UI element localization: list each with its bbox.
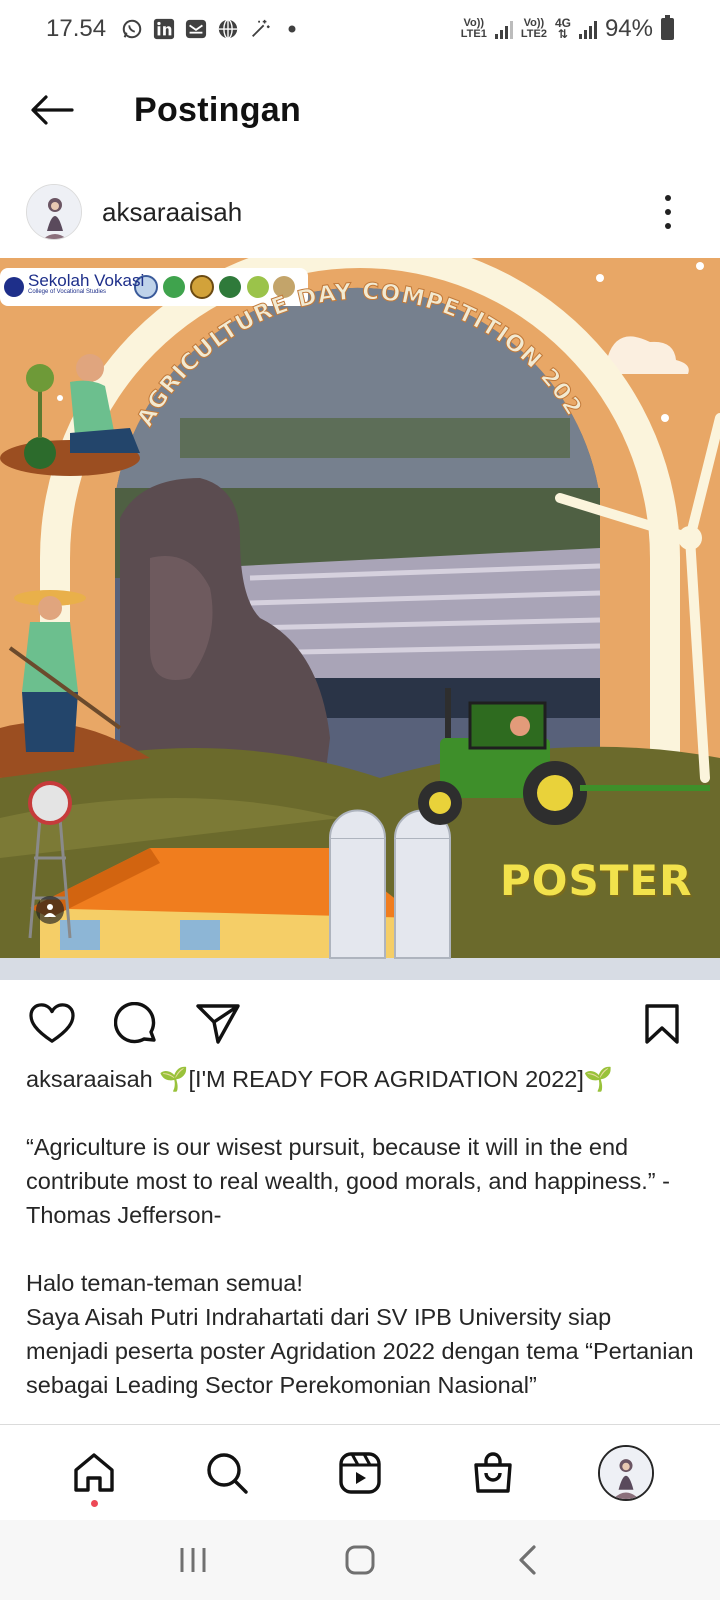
more-dot-icon (665, 223, 671, 229)
more-dot-icon (665, 209, 671, 215)
post-header: aksaraaisah (0, 176, 720, 248)
nav-search[interactable] (191, 1437, 263, 1509)
sim2-indicator: Vo)) LTE2 (520, 17, 547, 40)
status-time: 17.54 (46, 15, 107, 42)
recents-icon (180, 1548, 206, 1572)
logo-text: Sekolah Vokasi College of Vocational Stu… (28, 271, 145, 295)
like-button[interactable] (28, 1000, 76, 1048)
back-icon (519, 1545, 536, 1575)
comment-button[interactable] (112, 1000, 160, 1048)
nav-home[interactable] (58, 1437, 130, 1509)
more-options-button[interactable] (656, 187, 680, 237)
user-tag-icon[interactable] (36, 896, 64, 924)
battery-icon (661, 15, 674, 40)
poster-badge: POSTER (500, 856, 693, 905)
signal-sim1-icon (494, 19, 513, 39)
status-left: 17.54 (46, 15, 304, 43)
sim1-indicator: Vo)) LTE1 (460, 17, 487, 40)
bookmark-icon (645, 1004, 679, 1044)
caption-body: Saya Aisah Putri Indrahartati dari SV IP… (26, 1304, 694, 1398)
caption-username[interactable]: aksaraaisah (26, 1066, 153, 1092)
caption-first-line: aksaraaisah 🌱[I'M READY FOR AGRIDATION 2… (26, 1062, 696, 1096)
save-button[interactable] (638, 1000, 686, 1048)
back-button[interactable] (22, 80, 82, 140)
recents-button[interactable] (163, 1530, 223, 1590)
dot-icon (280, 17, 304, 41)
signal-sim2-icon (578, 19, 597, 39)
heart-icon (29, 1003, 75, 1043)
notification-icons (120, 17, 304, 41)
system-navigation (0, 1520, 720, 1600)
globe-icon (216, 17, 240, 41)
comment-icon (114, 1002, 156, 1044)
post-image[interactable]: AGRICULTURE DAY COMPETITION 2022 Sekolah… (0, 258, 720, 980)
linkedin-icon (152, 17, 176, 41)
send-icon (196, 1004, 240, 1044)
caption-greeting: Halo teman-teman semua! (26, 1270, 303, 1296)
arrow-left-icon (31, 95, 74, 125)
reels-icon (339, 1451, 381, 1494)
whatsapp-icon (120, 17, 144, 41)
bottom-navigation (0, 1424, 720, 1520)
post-actions (0, 990, 720, 1058)
avatar-image (27, 185, 81, 239)
profile-avatar (597, 1444, 654, 1501)
more-dot-icon (665, 195, 671, 201)
search-icon (207, 1452, 248, 1494)
battery-percent: 94% (604, 15, 653, 42)
nav-reels[interactable] (324, 1437, 396, 1509)
magic-wand-icon (248, 17, 272, 41)
nav-profile[interactable] (590, 1437, 662, 1509)
home-icon (74, 1452, 115, 1492)
mail-app-icon (184, 17, 208, 41)
top-app-bar: Postingan (0, 70, 720, 150)
notification-dot (91, 1499, 99, 1507)
avatar[interactable] (26, 184, 82, 240)
home-system-button[interactable] (330, 1530, 390, 1590)
post-caption: aksaraaisah 🌱[I'M READY FOR AGRIDATION 2… (26, 1062, 696, 1422)
caption-quote: “Agriculture is our wisest pursuit, beca… (26, 1134, 670, 1228)
caption-headline: 🌱[I'M READY FOR AGRIDATION 2022]🌱 (159, 1066, 614, 1092)
status-right: Vo)) LTE1 Vo)) LTE2 4G ⇅ 94% (461, 15, 674, 43)
home-button-icon (345, 1545, 375, 1575)
shop-icon (474, 1451, 512, 1493)
back-system-button[interactable] (497, 1530, 557, 1590)
page-title: Postingan (134, 90, 302, 129)
post-username[interactable]: aksaraaisah (102, 197, 242, 228)
network-type: 4G ⇅ (554, 16, 571, 41)
nav-shop[interactable] (457, 1437, 529, 1509)
share-button[interactable] (194, 1000, 242, 1048)
status-bar: 17.54 Vo)) LTE1 Vo)) LTE2 4G ⇅ 94% (0, 0, 720, 58)
